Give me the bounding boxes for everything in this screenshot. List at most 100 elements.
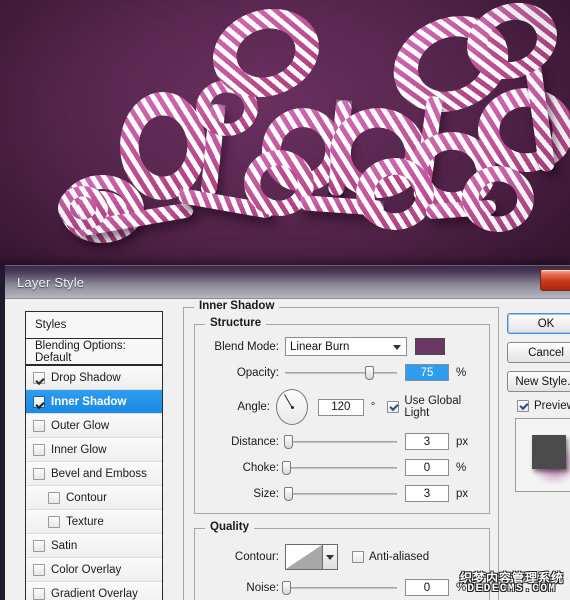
style-item-label: Contour (66, 491, 107, 504)
noise-slider[interactable] (282, 580, 397, 595)
dialog-titlebar[interactable]: Layer Style (5, 265, 570, 299)
opacity-slider[interactable] (285, 365, 397, 380)
screenshot-root: Layer Style Styles Blending Options: Def… (0, 0, 570, 600)
style-item-label: Bevel and Emboss (51, 467, 147, 480)
angle-input[interactable]: 120 (317, 398, 364, 416)
style-item-outer-glow[interactable]: Outer Glow (26, 414, 162, 438)
style-item-label: Outer Glow (51, 419, 110, 432)
angle-row: Angle: 120 ° Use Global Light (205, 387, 479, 427)
opacity-input[interactable]: 75 (405, 364, 449, 381)
size-slider[interactable] (284, 486, 397, 501)
style-item-satin[interactable]: Satin (26, 534, 162, 558)
checkbox-icon[interactable] (33, 371, 45, 384)
opacity-row: Opacity: 75 % (205, 361, 479, 384)
preview-label: Preview (534, 400, 570, 412)
styles-column: Styles Blending Options: Default Drop Sh… (25, 311, 163, 600)
styles-list: Styles Blending Options: Default Drop Sh… (25, 311, 163, 600)
use-global-light-checkbox[interactable] (387, 401, 400, 413)
blend-mode-select[interactable]: Linear Burn (285, 337, 407, 356)
preview-row: Preview (517, 400, 570, 412)
checkbox-icon[interactable] (33, 443, 45, 456)
checkbox-icon[interactable] (33, 539, 45, 552)
blend-color-swatch[interactable] (415, 338, 445, 355)
style-item-drop-shadow[interactable]: Drop Shadow (26, 366, 162, 390)
checkbox-icon[interactable] (33, 419, 45, 432)
contour-row: Contour: Anti-aliased (205, 541, 479, 573)
contour-dropdown-button[interactable] (323, 544, 338, 570)
angle-dial[interactable] (275, 389, 308, 425)
styles-header[interactable]: Styles (26, 312, 162, 339)
choke-label: Choke: (242, 461, 279, 474)
choke-unit: % (456, 461, 467, 474)
style-item-label: Satin (51, 539, 78, 552)
use-global-light-label: Use Global Light (404, 395, 462, 419)
anti-aliased-label: Anti-aliased (369, 551, 430, 563)
checkbox-icon[interactable] (33, 395, 45, 408)
style-item-label: Inner Shadow (51, 395, 127, 408)
noise-label: Noise: (246, 581, 279, 594)
inner-shadow-group: Inner Shadow Structure Blend Mode: Linea… (183, 300, 499, 600)
blend-mode-label: Blend Mode: (214, 340, 279, 353)
choke-input[interactable]: 0 (405, 459, 449, 476)
style-item-contour[interactable]: Contour (26, 486, 162, 510)
style-item-color-overlay[interactable]: Color Overlay (26, 558, 162, 582)
ok-button[interactable]: OK (507, 313, 570, 334)
style-item-bevel-and-emboss[interactable]: Bevel and Emboss (26, 462, 162, 486)
close-icon[interactable] (540, 269, 570, 291)
distance-label: Distance: (231, 435, 279, 448)
style-item-inner-glow[interactable]: Inner Glow (26, 438, 162, 462)
size-row: Size: 3 px (205, 482, 479, 505)
slider-thumb[interactable] (284, 486, 294, 501)
size-label: Size: (253, 487, 279, 500)
dialog-actions: OK Cancel New Style... Preview (507, 313, 570, 492)
slider-thumb[interactable] (282, 460, 292, 475)
distance-input[interactable]: 3 (405, 433, 449, 450)
checkbox-icon[interactable] (48, 491, 60, 504)
dialog-body: Styles Blending Options: Default Drop Sh… (5, 299, 570, 600)
blending-options-item[interactable]: Blending Options: Default (26, 339, 162, 366)
contour-label: Contour: (234, 551, 279, 563)
size-unit: px (456, 487, 469, 500)
preview-checkbox[interactable] (517, 400, 529, 412)
watermark-english: DEDECMS.COM (467, 583, 557, 596)
chevron-down-icon (326, 554, 334, 560)
opacity-label: Opacity: (236, 366, 279, 379)
anti-aliased-checkbox[interactable] (352, 551, 364, 563)
size-input[interactable]: 3 (405, 485, 449, 502)
noise-row: Noise: 0 % (205, 576, 479, 599)
checkbox-icon[interactable] (33, 467, 45, 480)
angle-label: Angle: (237, 401, 270, 413)
cancel-button[interactable]: Cancel (507, 342, 570, 363)
slider-track (285, 371, 397, 374)
slider-track (285, 466, 397, 469)
distance-unit: px (456, 435, 469, 448)
watermark: 织梦内容管理系统 DEDECMS.COM (460, 572, 564, 596)
style-item-label: Drop Shadow (51, 371, 121, 384)
distance-slider[interactable] (284, 434, 397, 449)
slider-thumb[interactable] (365, 365, 374, 380)
angle-hub (290, 406, 294, 409)
style-item-inner-shadow[interactable]: Inner Shadow (26, 390, 162, 414)
style-item-label: Inner Glow (51, 443, 107, 456)
styles-list-items: Drop Shadow Inner Shadow Outer Glow Inne… (26, 366, 162, 600)
new-style-button[interactable]: New Style... (507, 371, 570, 392)
checkbox-icon[interactable] (33, 587, 45, 600)
style-item-gradient-overlay[interactable]: Gradient Overlay (26, 582, 162, 600)
layer-style-dialog: Layer Style Styles Blending Options: Def… (0, 265, 570, 600)
candy-typography-artwork (0, 0, 570, 300)
slider-thumb[interactable] (284, 434, 294, 449)
chevron-down-icon (393, 344, 401, 350)
slider-thumb[interactable] (282, 580, 292, 595)
blend-mode-value: Linear Burn (290, 340, 350, 353)
checkbox-icon[interactable] (48, 515, 60, 528)
quality-group: Quality Contour: Anti-aliased Noise: 0 % (194, 521, 490, 600)
opacity-unit: % (456, 366, 467, 379)
noise-input[interactable]: 0 (405, 579, 449, 596)
style-item-label: Texture (66, 515, 104, 528)
checkbox-icon[interactable] (33, 563, 45, 576)
angle-unit: ° (370, 401, 376, 413)
contour-preview[interactable] (285, 544, 323, 570)
inner-shadow-title: Inner Shadow (194, 300, 280, 312)
style-item-texture[interactable]: Texture (26, 510, 162, 534)
choke-slider[interactable] (282, 460, 397, 475)
